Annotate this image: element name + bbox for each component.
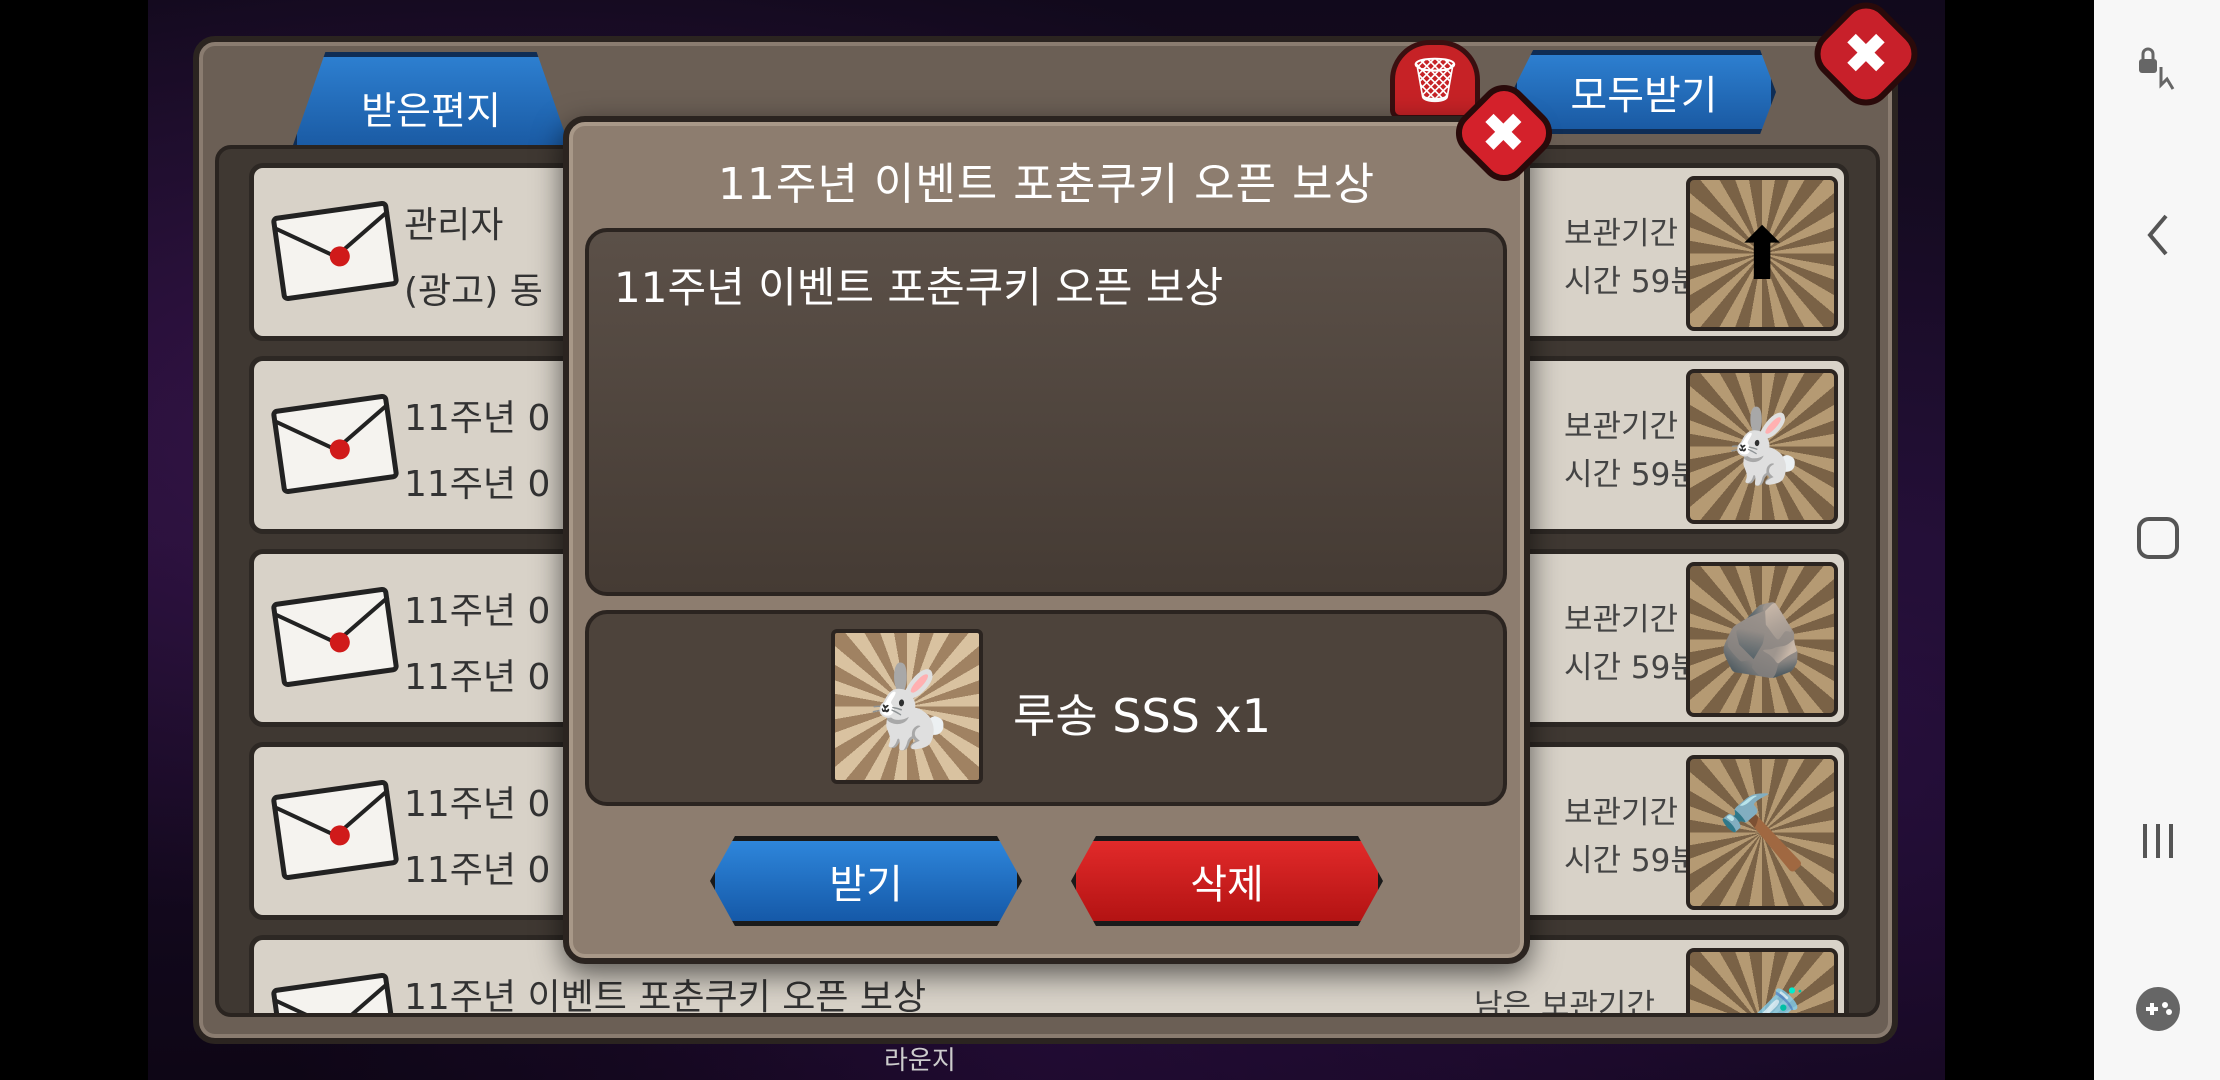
close-icon: ✖ xyxy=(1842,21,1890,87)
mail-sender: 관리자 xyxy=(404,205,504,246)
modal-title: 11주년 이벤트 포춘쿠키 오픈 보상 xyxy=(717,159,1376,210)
mail-expire-time: 시간 59분 xyxy=(1564,650,1699,686)
receive-button[interactable]: 받기 xyxy=(710,836,1022,926)
mail-expire-time: 시간 59분 xyxy=(1564,843,1699,879)
mail-sender: 11주년 이벤트 포춘쿠키 오픈 보상 xyxy=(404,977,927,1017)
mail-sender: 11주년 0 xyxy=(404,398,551,439)
envelope-icon xyxy=(270,972,400,1013)
mail-expire-label: 보관기간 xyxy=(1564,795,1679,831)
mail-expire-time: 시간 59분 xyxy=(1564,264,1699,300)
lusong-pet-icon: 🐇 xyxy=(831,629,983,784)
mail-sender: 11주년 0 xyxy=(404,591,551,632)
envelope-icon xyxy=(270,779,400,881)
tab-received-mail[interactable]: 받은편지 xyxy=(292,52,570,148)
recents-icon[interactable] xyxy=(2130,813,2186,869)
back-icon[interactable] xyxy=(2130,207,2186,263)
mail-sender: 11주년 0 xyxy=(404,784,551,825)
hammer-weapon-icon: 🔨 xyxy=(1686,755,1838,910)
level-up-premium-icon: ⬆ xyxy=(1686,176,1838,331)
home-icon[interactable] xyxy=(2130,510,2186,566)
envelope-icon xyxy=(270,586,400,688)
mail-expire-label: 보관기간 xyxy=(1564,602,1679,638)
mail-expire-label: 남은 보관기간 xyxy=(1474,988,1655,1017)
mail-expire-label: 보관기간 xyxy=(1564,409,1679,445)
reward-label: 루송 SSS x1 xyxy=(1013,689,1271,743)
receive-all-button[interactable]: 모두받기 xyxy=(1512,50,1776,134)
touch-lock-icon[interactable] xyxy=(2130,40,2186,96)
trash-icon: 🗑 xyxy=(1407,55,1463,106)
mail-expire-time: 시간 59분 xyxy=(1564,457,1699,493)
mail-subject: (광고) 동 xyxy=(404,271,543,312)
envelope-icon xyxy=(270,393,400,495)
mail-subject: 11주년 0 xyxy=(404,657,551,698)
game-tools-icon[interactable] xyxy=(2130,981,2186,1037)
close-icon: ✖ xyxy=(1481,101,1527,165)
modal-message-text: 11주년 이벤트 포춘쿠키 오픈 보상 xyxy=(614,263,1224,312)
mail-subject: 11주년 0 xyxy=(404,850,551,891)
mail-expire-label: 보관기간 xyxy=(1564,216,1679,252)
lounge-label[interactable]: 라운지 xyxy=(884,1040,956,1077)
potion-bottle-icon: 🧪 xyxy=(1686,948,1838,1013)
rock-creature-icon: 🪨 xyxy=(1686,562,1838,717)
envelope-icon xyxy=(270,200,400,302)
mail-subject: 11주년 0 xyxy=(404,464,551,505)
trash-button[interactable]: 🗑 xyxy=(1390,40,1480,120)
delete-button[interactable]: 삭제 xyxy=(1071,836,1383,926)
lusong-pet-icon: 🐇 xyxy=(1686,369,1838,524)
